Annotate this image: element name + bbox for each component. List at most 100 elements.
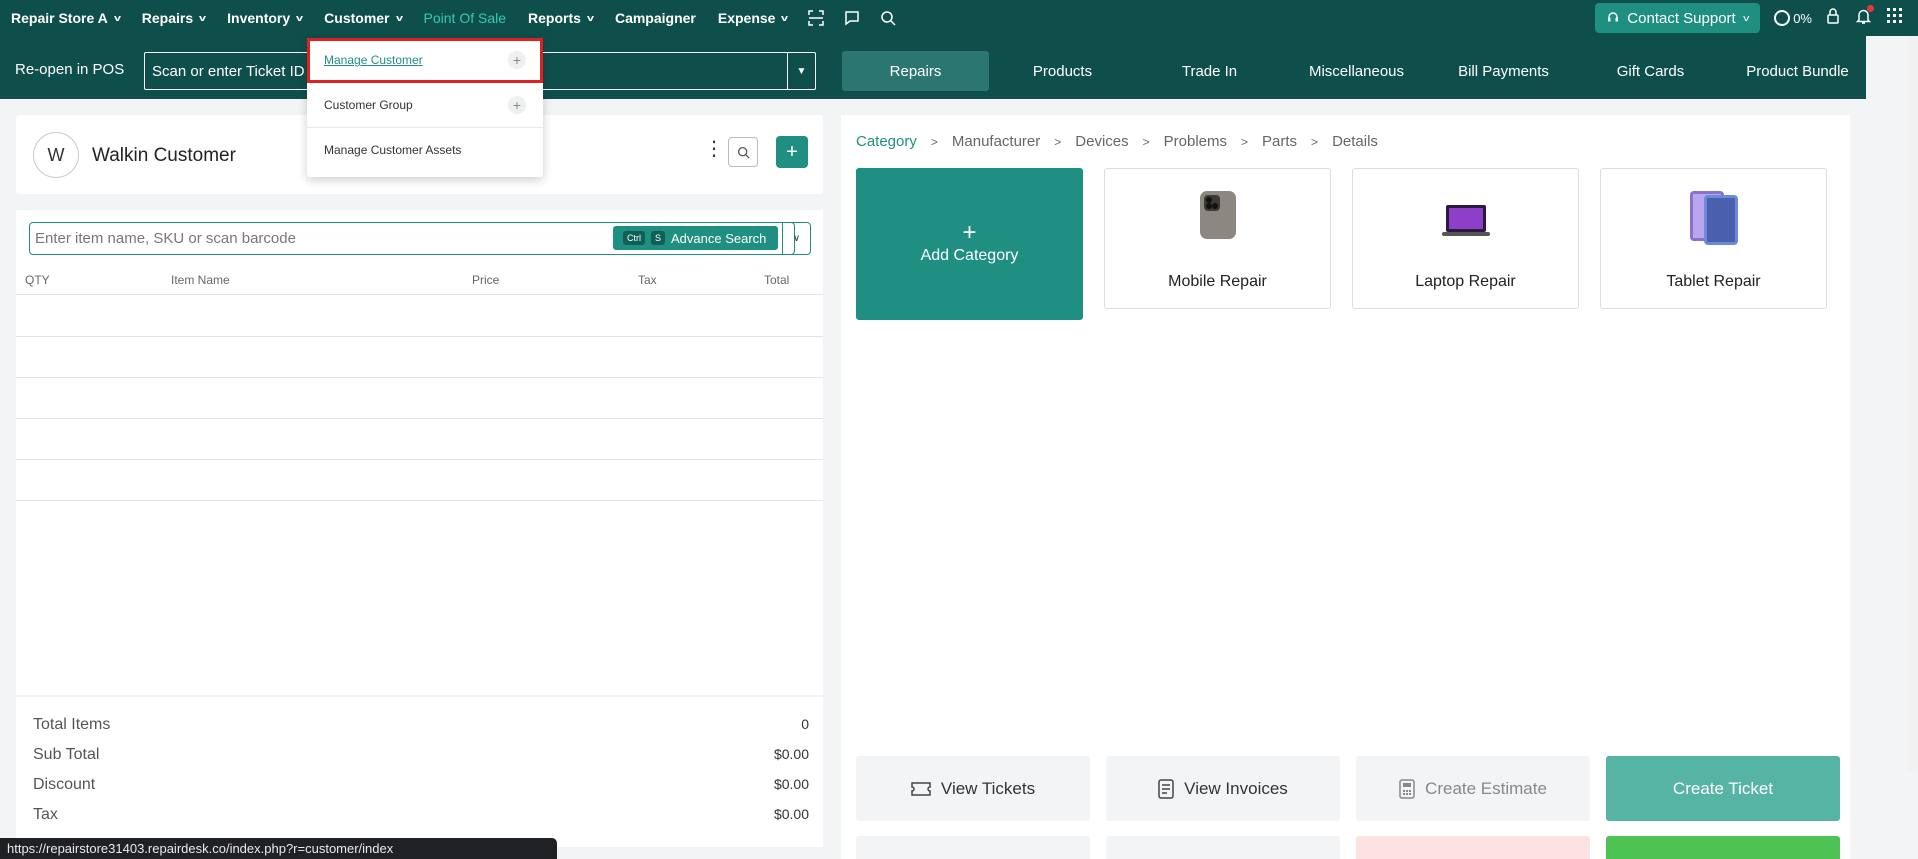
tab-trade-in[interactable]: Trade In bbox=[1136, 51, 1283, 91]
chevron-right-icon: > bbox=[1311, 134, 1319, 149]
menu-item-label: Customer Group bbox=[324, 98, 413, 112]
tab-repairs[interactable]: Repairs bbox=[842, 51, 989, 91]
nav-label: Campaigner bbox=[614, 10, 696, 26]
search-icon[interactable] bbox=[880, 10, 897, 26]
customer-menu-dropdown: Manage Customer + Customer Group + Manag… bbox=[307, 38, 543, 177]
cart-totals: Total Items 0 Sub Total $0.00 Discount $0.0… bbox=[16, 697, 823, 847]
nav-inventory[interactable]: Inventory v bbox=[227, 10, 303, 26]
tab-products[interactable]: Products bbox=[989, 51, 1136, 91]
contact-support-button[interactable]: Contact Support v bbox=[1595, 3, 1761, 33]
table-row bbox=[16, 419, 823, 460]
tab-gift-cards[interactable]: Gift Cards bbox=[1577, 51, 1724, 91]
add-customer-button[interactable]: + bbox=[776, 136, 808, 168]
column-item-name: Item Name bbox=[171, 273, 230, 287]
advance-search-label: Advance Search bbox=[671, 230, 767, 246]
breadcrumb-category[interactable]: Category bbox=[856, 133, 917, 150]
invoice-icon bbox=[1158, 778, 1174, 799]
avatar: W bbox=[33, 132, 79, 178]
setup-progress[interactable]: 0% bbox=[1774, 10, 1812, 26]
discount-row: Discount $0.00 bbox=[33, 776, 809, 794]
nav-expense[interactable]: Expense v bbox=[718, 10, 789, 26]
tablet-icon bbox=[1689, 191, 1738, 245]
caret-down-icon[interactable]: ▼ bbox=[787, 53, 815, 89]
chevron-down-icon[interactable]: ∨ bbox=[782, 222, 811, 255]
add-category-tile[interactable]: + Add Category bbox=[856, 168, 1083, 320]
progress-ring-icon bbox=[1774, 10, 1791, 26]
column-price: Price bbox=[472, 273, 500, 287]
contact-support-label: Contact Support bbox=[1627, 9, 1736, 27]
kbd-s: S bbox=[651, 231, 666, 245]
create-ticket-button[interactable]: Create Ticket bbox=[1606, 756, 1840, 821]
nav-reports[interactable]: Reports v bbox=[528, 10, 594, 26]
menu-item-manage-customer-assets[interactable]: Manage Customer Assets bbox=[307, 128, 543, 173]
breadcrumb-devices: Devices bbox=[1075, 133, 1129, 150]
menu-item-label: Manage Customer bbox=[324, 53, 423, 67]
action-button[interactable] bbox=[856, 836, 1090, 859]
nav-label: Point Of Sale bbox=[423, 10, 507, 26]
action-button[interactable] bbox=[1356, 836, 1590, 859]
top-right-tools: Contact Support v 0% bbox=[1595, 0, 1918, 36]
bell-icon[interactable] bbox=[1855, 4, 1874, 29]
tab-product-bundle[interactable]: Product Bundle bbox=[1724, 51, 1871, 91]
plus-icon: + bbox=[962, 219, 977, 246]
nav-label: Reports bbox=[528, 10, 581, 26]
apps-grid-icon[interactable] bbox=[1887, 8, 1902, 28]
menu-item-manage-customer[interactable]: Manage Customer + bbox=[307, 38, 543, 83]
lock-icon[interactable] bbox=[1826, 7, 1840, 29]
cart-table-header: QTY Item Name Price Tax Total bbox=[16, 265, 823, 295]
chevron-right-icon: > bbox=[1054, 134, 1062, 149]
customer-name: Walkin Customer bbox=[92, 145, 236, 166]
action-button[interactable] bbox=[1106, 836, 1340, 859]
nav-label: Repair Store A bbox=[11, 10, 108, 26]
headset-icon bbox=[1607, 10, 1619, 27]
nav-customer[interactable]: Customer v bbox=[324, 10, 402, 26]
plus-icon[interactable]: + bbox=[508, 51, 526, 69]
tax-label: Tax bbox=[33, 806, 58, 823]
repair-catalog-panel: Category > Manufacturer > Devices > Problem… bbox=[841, 115, 1850, 859]
breadcrumb: Category > Manufacturer > Devices > Problem… bbox=[856, 133, 1378, 150]
chevron-down-icon: v bbox=[781, 13, 789, 23]
view-invoices-button[interactable]: View Invoices bbox=[1106, 756, 1340, 821]
pos-category-tabs: Repairs Products Trade In Miscellaneous … bbox=[842, 51, 1871, 91]
notification-dot bbox=[1867, 4, 1874, 12]
menu-item-customer-group[interactable]: Customer Group + bbox=[307, 83, 543, 128]
nav-point-of-sale[interactable]: Point Of Sale bbox=[424, 10, 507, 26]
chevron-down-icon: v bbox=[199, 13, 207, 23]
advance-search-button[interactable]: Ctrl S Advance Search bbox=[613, 226, 778, 250]
phone-icon bbox=[1199, 191, 1236, 239]
mobile-repair-tile[interactable]: Mobile Repair bbox=[1104, 168, 1331, 309]
progress-value: 0% bbox=[1793, 10, 1812, 26]
discount-label: Discount bbox=[33, 776, 96, 793]
create-estimate-button[interactable]: Create Estimate bbox=[1356, 756, 1590, 821]
customer-search-button[interactable] bbox=[728, 137, 758, 167]
nav-repairs[interactable]: Repairs v bbox=[142, 10, 207, 26]
table-row bbox=[16, 378, 823, 419]
page-scrollbar[interactable] bbox=[1908, 36, 1918, 771]
more-options-icon[interactable]: ⋮ bbox=[704, 139, 724, 159]
column-qty: QTY bbox=[25, 273, 50, 287]
create-estimate-label: Create Estimate bbox=[1425, 778, 1547, 798]
mobile-repair-label: Mobile Repair bbox=[1168, 273, 1267, 290]
total-items-value: 0 bbox=[801, 716, 809, 732]
nav-campaigner[interactable]: Campaigner bbox=[615, 10, 696, 26]
nav-label: Customer bbox=[324, 10, 390, 26]
laptop-repair-tile[interactable]: Laptop Repair bbox=[1352, 168, 1579, 309]
breadcrumb-parts: Parts bbox=[1262, 133, 1298, 150]
chevron-down-icon: v bbox=[1742, 13, 1750, 23]
chevron-right-icon: > bbox=[930, 134, 938, 149]
tax-row: Tax $0.00 bbox=[33, 806, 809, 824]
tablet-repair-tile[interactable]: Tablet Repair bbox=[1600, 168, 1827, 309]
chevron-down-icon: v bbox=[586, 13, 594, 23]
plus-icon[interactable]: + bbox=[508, 96, 526, 114]
nav-store-selector[interactable]: Repair Store A v bbox=[11, 10, 121, 26]
tab-bill-payments[interactable]: Bill Payments bbox=[1430, 51, 1577, 91]
total-items-label: Total Items bbox=[33, 716, 111, 733]
view-invoices-label: View Invoices bbox=[1184, 778, 1288, 798]
discount-value: $0.00 bbox=[773, 776, 809, 792]
scan-icon[interactable] bbox=[808, 10, 825, 26]
tablet-repair-label: Tablet Repair bbox=[1666, 273, 1761, 290]
chat-icon[interactable] bbox=[844, 10, 860, 26]
action-button[interactable] bbox=[1606, 836, 1840, 859]
tab-miscellaneous[interactable]: Miscellaneous bbox=[1283, 51, 1430, 91]
view-tickets-button[interactable]: View Tickets bbox=[856, 756, 1090, 821]
